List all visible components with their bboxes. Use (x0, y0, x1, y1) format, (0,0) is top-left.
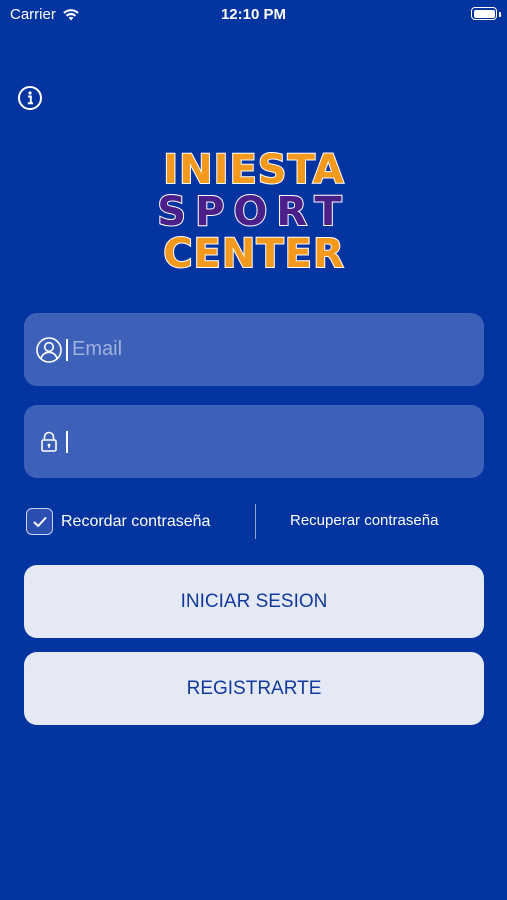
remember-checkbox[interactable] (26, 508, 53, 535)
remember-label: Recordar contraseña (61, 512, 211, 530)
register-button[interactable]: REGISTRARTE (24, 652, 484, 725)
info-icon[interactable] (17, 85, 43, 111)
recover-password-link[interactable]: Recuperar contraseña (290, 512, 438, 529)
remember-password-toggle[interactable]: Recordar contraseña (26, 508, 210, 535)
status-time: 12:10 PM (220, 6, 287, 23)
logo-line-2: SPORT (156, 189, 351, 235)
email-caret (66, 339, 68, 361)
email-field[interactable] (24, 313, 484, 386)
user-icon (36, 337, 62, 363)
brand-logo: INIESTA SPORT CENTER (150, 147, 358, 277)
battery-icon (471, 7, 501, 20)
lock-icon (41, 431, 57, 452)
login-button[interactable]: INICIAR SESION (24, 565, 484, 638)
logo-line-3: CENTER (162, 231, 345, 277)
logo-line-1: INIESTA (162, 147, 345, 193)
divider (255, 504, 256, 539)
checkmark-icon (33, 516, 46, 527)
password-input[interactable] (72, 423, 442, 459)
email-input[interactable] (72, 331, 442, 367)
status-bar: Carrier 12:10 PM (0, 0, 507, 30)
password-caret (66, 431, 68, 453)
password-field[interactable] (24, 405, 484, 478)
